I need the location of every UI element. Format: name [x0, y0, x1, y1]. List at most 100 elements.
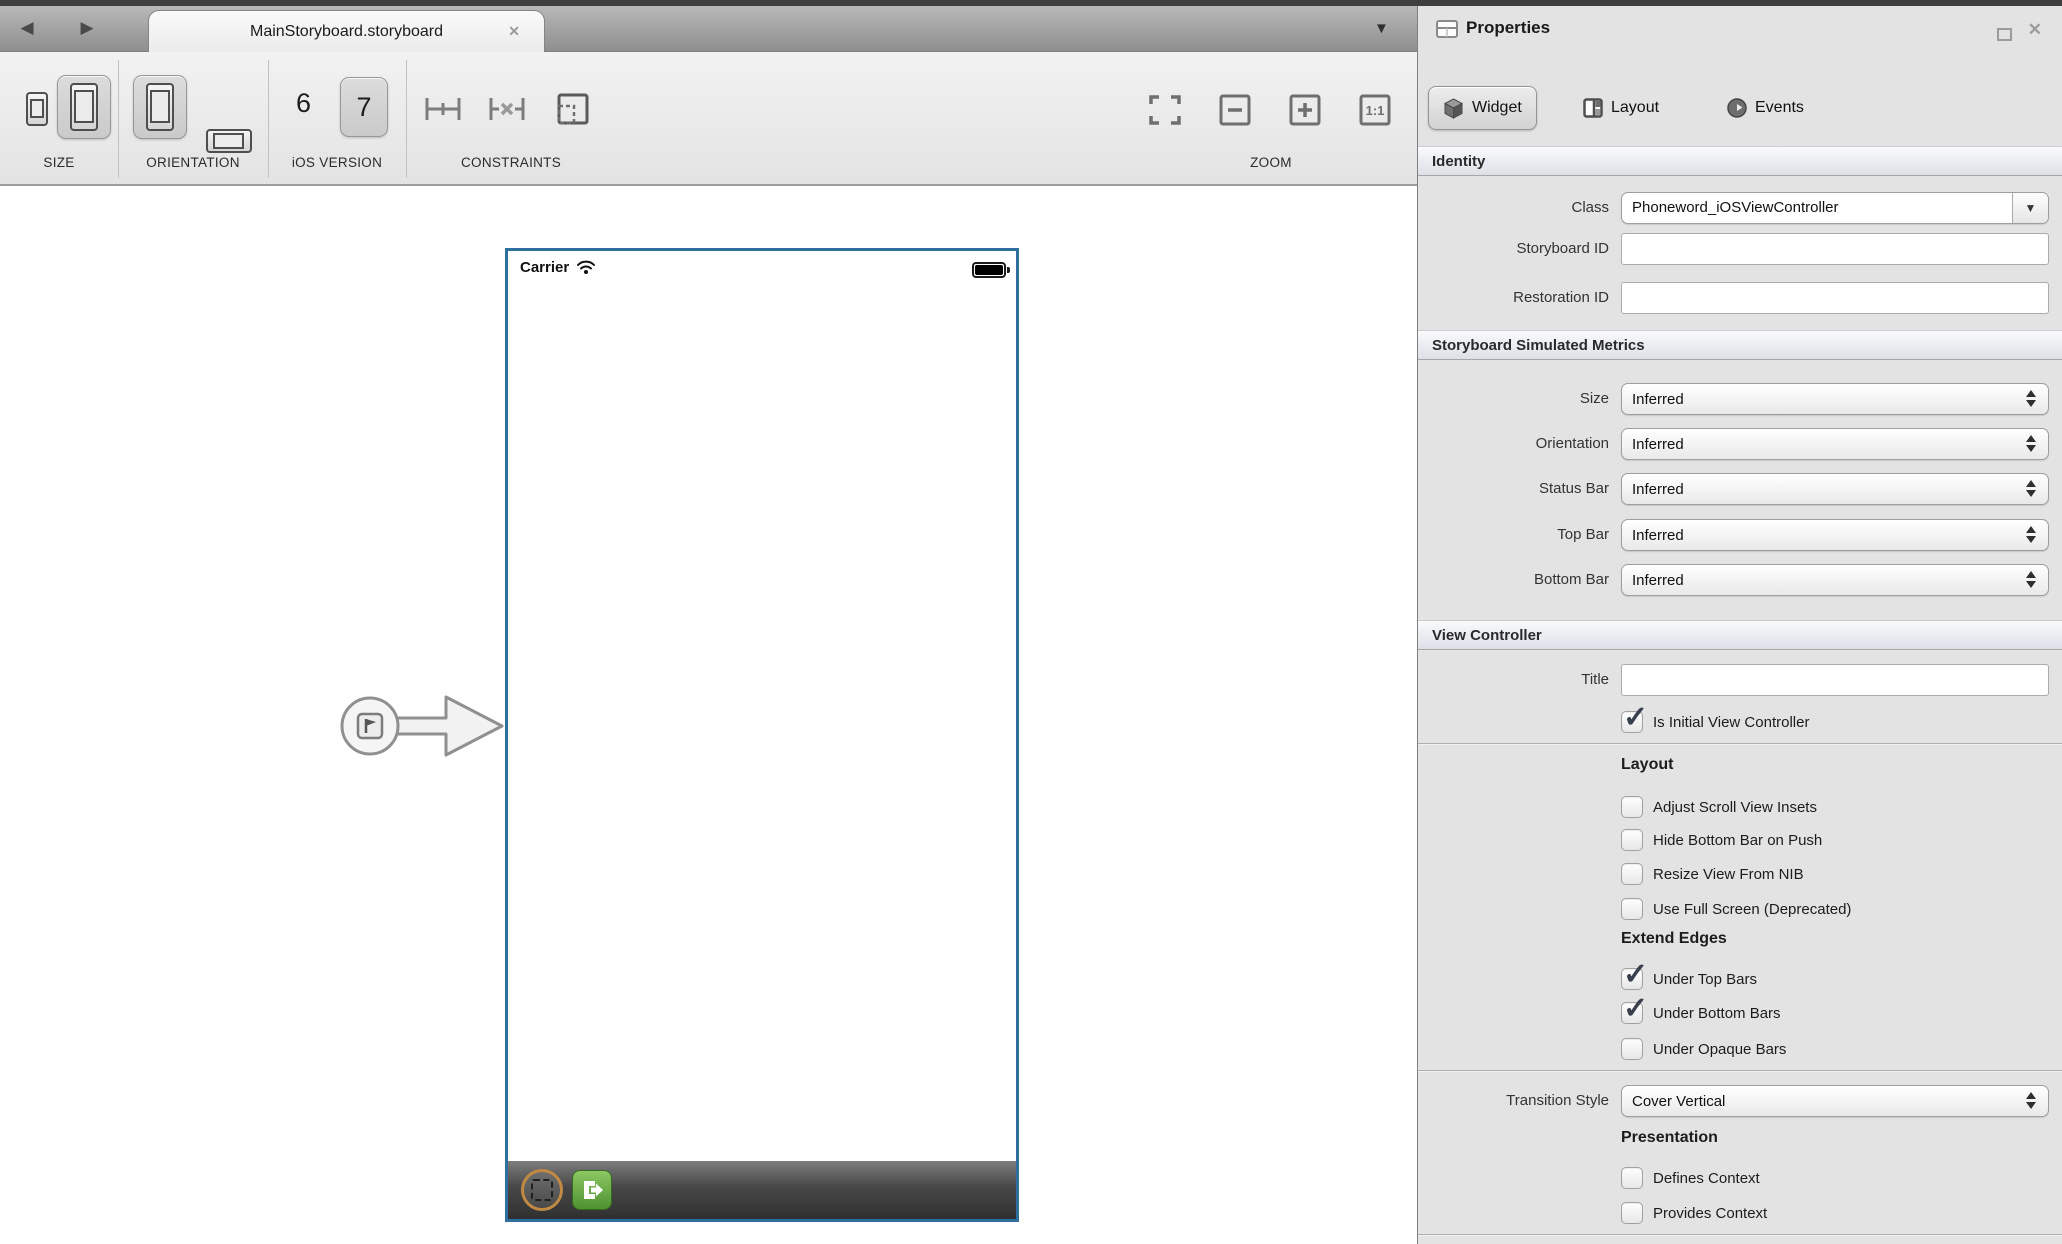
stepper-icon	[2026, 571, 2036, 588]
zoom-in-button[interactable]	[1288, 94, 1322, 131]
forward-button[interactable]: ▶	[74, 15, 100, 41]
checkbox-row: ✓ Adjust Scroll View Insets	[1621, 795, 1817, 819]
svg-text:1:1: 1:1	[1366, 103, 1385, 118]
under-bottom-bars-checkbox[interactable]: ✓	[1621, 1002, 1643, 1024]
checkbox-label: Provides Context	[1653, 1205, 1767, 1222]
tab-overflow-icon[interactable]: ▼	[1374, 20, 1389, 37]
checkbox-label: Use Full Screen (Deprecated)	[1653, 901, 1851, 918]
delete-constraint-icon	[488, 94, 526, 124]
checkbox-label: Under Top Bars	[1653, 971, 1757, 988]
one-to-one-icon: 1:1	[1358, 94, 1392, 126]
tab-events[interactable]: Events	[1727, 98, 1804, 118]
ios-version-7-button[interactable]: 7	[340, 77, 388, 137]
status-bar-popup[interactable]: Inferred	[1621, 473, 2049, 505]
orientation-landscape-button[interactable]	[206, 129, 252, 153]
exit-segue-icon[interactable]	[572, 1170, 612, 1210]
ios-version-group-label: iOS VERSION	[268, 155, 406, 170]
zoom-actual-size-button[interactable]: 1:1	[1358, 94, 1392, 131]
size-large-phone-button[interactable]	[57, 75, 111, 139]
checkmark-icon: ✓	[1623, 700, 1648, 735]
zoom-out-button[interactable]	[1218, 94, 1252, 131]
remove-constraint-button[interactable]	[488, 94, 526, 129]
size-small-phone-button[interactable]	[26, 92, 48, 126]
cube-icon	[1443, 98, 1464, 119]
design-canvas[interactable]: Carrier	[0, 186, 1417, 1244]
checkbox-row: ✓ Use Full Screen (Deprecated)	[1621, 897, 1851, 921]
storyboard-id-label: Storyboard ID	[1418, 233, 1609, 265]
zoom-out-icon	[1218, 94, 1252, 126]
constraints-group-label: CONSTRAINTS	[406, 155, 616, 170]
class-value: Phoneword_iOSViewController	[1622, 193, 2012, 223]
tab-layout[interactable]: Layout	[1583, 98, 1659, 118]
section-divider	[1418, 1070, 2062, 1072]
stepper-icon	[2026, 390, 2036, 407]
top-bar-label: Top Bar	[1418, 519, 1609, 551]
tab-events-label: Events	[1755, 99, 1804, 117]
dock-panel-icon[interactable]	[1997, 28, 2012, 41]
back-button[interactable]: ◀	[14, 15, 40, 41]
tab-widget[interactable]: Widget	[1428, 86, 1537, 130]
hide-bottom-bar-on-push-checkbox[interactable]: ✓	[1621, 829, 1643, 851]
panel-close-icon[interactable]: ✕	[2028, 20, 2042, 40]
checkbox-row: ✓ Provides Context	[1621, 1201, 1767, 1225]
view-controller-section-header: View Controller	[1418, 620, 2062, 650]
scene-dock	[508, 1161, 1016, 1219]
defines-context-checkbox[interactable]: ✓	[1621, 1167, 1643, 1189]
layout-heading: Layout	[1621, 756, 1673, 774]
size-label: Size	[1418, 383, 1609, 415]
view-controller-icon[interactable]	[521, 1169, 563, 1211]
resize-view-from-nib-checkbox[interactable]: ✓	[1621, 863, 1643, 885]
size-popup[interactable]: Inferred	[1621, 383, 2049, 415]
class-combo-arrow-icon[interactable]: ▼	[2012, 193, 2048, 223]
provides-context-checkbox[interactable]: ✓	[1621, 1202, 1643, 1224]
is-initial-view-controller-checkbox[interactable]: ✓	[1621, 711, 1643, 733]
properties-panel: Properties ✕ Widget Layout Events Identi…	[1417, 6, 2062, 1244]
ios-version-6-button[interactable]: 6	[296, 88, 311, 119]
designer-toolbar: SIZE ORIENTATION 6 7 iOS VERSION	[0, 52, 1417, 186]
top-bar-popup[interactable]: Inferred	[1621, 519, 2049, 551]
checkbox-row: ✓ Under Bottom Bars	[1621, 1001, 1781, 1025]
checkbox-label: Defines Context	[1653, 1170, 1760, 1187]
transition-style-popup[interactable]: Cover Vertical	[1621, 1085, 2049, 1117]
stepper-icon	[2026, 526, 2036, 543]
view-controller-scene[interactable]: Carrier	[505, 248, 1019, 1222]
checkbox-label: Under Bottom Bars	[1653, 1005, 1781, 1022]
title-field[interactable]	[1621, 664, 2049, 696]
width-constraint-icon	[424, 94, 462, 124]
storyboard-id-field[interactable]	[1621, 233, 2049, 265]
orientation-group-label: ORIENTATION	[118, 155, 268, 170]
restoration-id-field[interactable]	[1621, 282, 2049, 314]
tab-close-icon[interactable]: ✕	[508, 23, 520, 40]
checkbox-row: ✓ Under Opaque Bars	[1621, 1037, 1786, 1061]
bottom-bar-popup[interactable]: Inferred	[1621, 564, 2049, 596]
checkbox-label: Adjust Scroll View Insets	[1653, 799, 1817, 816]
zoom-group-label: ZOOM	[1148, 155, 1394, 170]
checkbox-row: ✓ Resize View From NIB	[1621, 862, 1804, 886]
orientation-popup[interactable]: Inferred	[1621, 428, 2049, 460]
tab-mainstoryboard[interactable]: MainStoryboard.storyboard ✕	[148, 10, 545, 52]
add-constraint-button[interactable]	[424, 94, 462, 129]
properties-panel-icon	[1436, 19, 1458, 39]
transition-style-label: Transition Style	[1418, 1085, 1609, 1117]
under-top-bars-checkbox[interactable]: ✓	[1621, 968, 1643, 990]
panel-title: Properties	[1466, 18, 1550, 38]
checkbox-row: ✓ Hide Bottom Bar on Push	[1621, 828, 1822, 852]
iphone-portrait-icon	[146, 83, 174, 131]
iphone-tall-icon	[70, 83, 98, 131]
stepper-icon	[2026, 480, 2036, 497]
checkbox-row: ✓ Under Top Bars	[1621, 967, 1757, 991]
orientation-portrait-button[interactable]	[133, 75, 187, 139]
resize-frame-button[interactable]	[556, 92, 590, 131]
initial-view-controller-arrow[interactable]	[338, 684, 508, 768]
class-label: Class	[1418, 192, 1609, 224]
zoom-fit-button[interactable]	[1148, 94, 1182, 131]
use-full-screen-checkbox[interactable]: ✓	[1621, 898, 1643, 920]
zoom-in-icon	[1288, 94, 1322, 126]
adjust-scroll-view-insets-checkbox[interactable]: ✓	[1621, 796, 1643, 818]
class-combo[interactable]: Phoneword_iOSViewController ▼	[1621, 192, 2049, 224]
under-opaque-bars-checkbox[interactable]: ✓	[1621, 1038, 1643, 1060]
title-label: Title	[1418, 664, 1609, 696]
status-bar-label: Status Bar	[1418, 473, 1609, 505]
metrics-section-header: Storyboard Simulated Metrics	[1418, 330, 2062, 360]
tab-title: MainStoryboard.storyboard	[250, 23, 443, 41]
